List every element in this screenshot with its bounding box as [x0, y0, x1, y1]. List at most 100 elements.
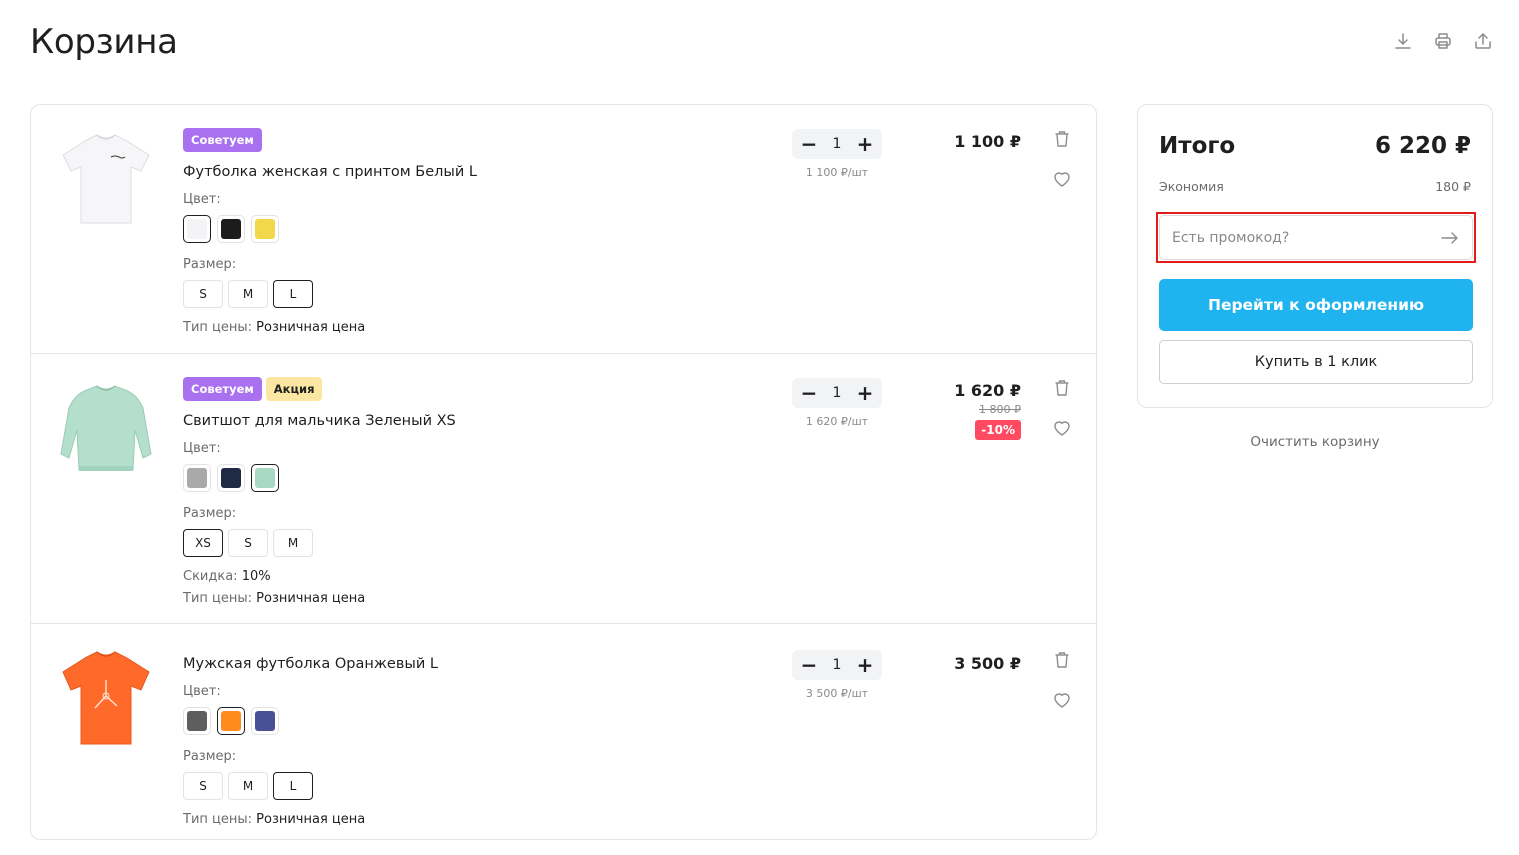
unit-price: 3 500 ₽/шт [805, 687, 869, 700]
size-options: S M L [183, 280, 743, 308]
badge-recommend: Советуем [183, 128, 262, 152]
page-actions [1393, 30, 1493, 52]
badge-recommend: Советуем [183, 377, 262, 401]
product-image-white-tshirt[interactable] [51, 125, 161, 235]
item-price: 1 100 ₽ [954, 132, 1021, 151]
minus-icon[interactable]: − [800, 655, 818, 675]
color-swatch[interactable] [217, 215, 245, 243]
item-price: 1 620 ₽ [954, 381, 1021, 400]
promo-code-field [1159, 215, 1473, 260]
price-type: Тип цены: Розничная цена [183, 811, 743, 829]
color-swatches [183, 464, 743, 492]
heart-icon[interactable] [1051, 169, 1073, 189]
product-image-green-sweatshirt[interactable] [51, 374, 161, 484]
discount-value: 10% [241, 569, 271, 584]
size-option[interactable]: L [273, 772, 313, 800]
trash-icon[interactable] [1051, 650, 1073, 670]
saving-label: Экономия [1159, 179, 1224, 194]
size-option[interactable]: M [273, 529, 313, 557]
price-type-value: Розничная цена [256, 320, 366, 335]
badge-promo: Акция [265, 377, 323, 401]
badges: Советуем [183, 128, 743, 152]
share-icon[interactable] [1473, 30, 1493, 52]
price-block: 1 100 ₽ [954, 132, 1021, 151]
plus-icon[interactable]: + [856, 383, 874, 403]
cart-item: Советуем Футболка женская с принтом Белы… [31, 105, 1096, 354]
saving-value: 180 ₽ [1435, 179, 1471, 194]
color-swatch[interactable] [217, 707, 245, 735]
size-option[interactable]: M [228, 280, 268, 308]
color-label: Цвет: [183, 684, 221, 699]
color-swatches [183, 215, 743, 243]
trash-icon[interactable] [1051, 378, 1073, 398]
clear-cart-link[interactable]: Очистить корзину [1137, 434, 1493, 450]
old-price: 1 800 ₽ [979, 403, 1021, 416]
print-icon[interactable] [1433, 30, 1453, 52]
badges: Советуем Акция [183, 377, 743, 401]
download-icon[interactable] [1393, 30, 1413, 52]
color-swatch[interactable] [251, 464, 279, 492]
size-label: Размер: [183, 749, 237, 764]
plus-icon[interactable]: + [856, 655, 874, 675]
price-block: 3 500 ₽ [954, 654, 1021, 673]
item-info: Мужская футболка Оранжевый L Цвет: Разме… [183, 654, 743, 833]
color-label: Цвет: [183, 441, 221, 456]
quantity-stepper: − 1 + [792, 129, 882, 159]
price-type-value: Розничная цена [256, 812, 366, 827]
arrow-right-icon[interactable] [1440, 230, 1460, 246]
color-label: Цвет: [183, 192, 221, 207]
plus-icon[interactable]: + [856, 134, 874, 154]
product-name[interactable]: Свитшот для мальчика Зеленый XS [183, 411, 743, 431]
cart-item: Мужская футболка Оранжевый L Цвет: Разме… [31, 624, 1096, 839]
item-actions [1050, 378, 1074, 438]
color-swatches [183, 707, 743, 735]
color-swatch[interactable] [251, 707, 279, 735]
product-name[interactable]: Футболка женская с принтом Белый L [183, 162, 743, 182]
trash-icon[interactable] [1051, 129, 1073, 149]
heart-icon[interactable] [1051, 690, 1073, 710]
item-info: Советуем Акция Свитшот для мальчика Зеле… [183, 377, 743, 612]
item-actions [1050, 650, 1074, 710]
size-option[interactable]: XS [183, 529, 223, 557]
size-options: XS S M [183, 529, 743, 557]
minus-icon[interactable]: − [800, 134, 818, 154]
item-info: Советуем Футболка женская с принтом Белы… [183, 128, 743, 341]
minus-icon[interactable]: − [800, 383, 818, 403]
price-type-label: Тип цены: [183, 320, 253, 335]
size-option[interactable]: M [228, 772, 268, 800]
order-summary: Итого 6 220 ₽ Экономия 180 ₽ Перейти к о… [1137, 104, 1493, 408]
size-option[interactable]: S [183, 772, 223, 800]
size-option[interactable]: S [228, 529, 268, 557]
quantity-value: 1 [832, 385, 842, 401]
unit-price: 1 620 ₽/шт [805, 415, 869, 428]
size-option[interactable]: L [273, 280, 313, 308]
item-price: 3 500 ₽ [954, 654, 1021, 673]
color-swatch[interactable] [217, 464, 245, 492]
cart-items-list: Советуем Футболка женская с принтом Белы… [30, 104, 1097, 840]
quantity-stepper: − 1 + [792, 650, 882, 680]
quantity-value: 1 [832, 136, 842, 152]
price-block: 1 620 ₽ 1 800 ₽ -10% [954, 381, 1021, 440]
discount-label: Скидка: [183, 569, 238, 584]
size-options: S M L [183, 772, 743, 800]
quantity-value: 1 [832, 657, 842, 673]
size-label: Размер: [183, 506, 237, 521]
page-title: Корзина [30, 22, 178, 62]
price-type-label: Тип цены: [183, 591, 253, 606]
quantity-stepper: − 1 + [792, 378, 882, 408]
buy-one-click-button[interactable]: Купить в 1 клик [1159, 340, 1473, 384]
color-swatch[interactable] [251, 215, 279, 243]
product-image-orange-tshirt[interactable] [51, 644, 161, 754]
color-swatch[interactable] [183, 464, 211, 492]
promo-code-input[interactable] [1172, 229, 1440, 246]
size-option[interactable]: S [183, 280, 223, 308]
discount-line: Скидка: 10% [183, 568, 743, 586]
product-name[interactable]: Мужская футболка Оранжевый L [183, 654, 743, 674]
color-swatch[interactable] [183, 215, 211, 243]
discount-badge: -10% [975, 420, 1021, 440]
heart-icon[interactable] [1051, 418, 1073, 438]
color-swatch[interactable] [183, 707, 211, 735]
checkout-button[interactable]: Перейти к оформлению [1159, 279, 1473, 331]
total-value: 6 220 ₽ [1374, 133, 1471, 159]
price-type: Тип цены: Розничная цена [183, 319, 743, 337]
